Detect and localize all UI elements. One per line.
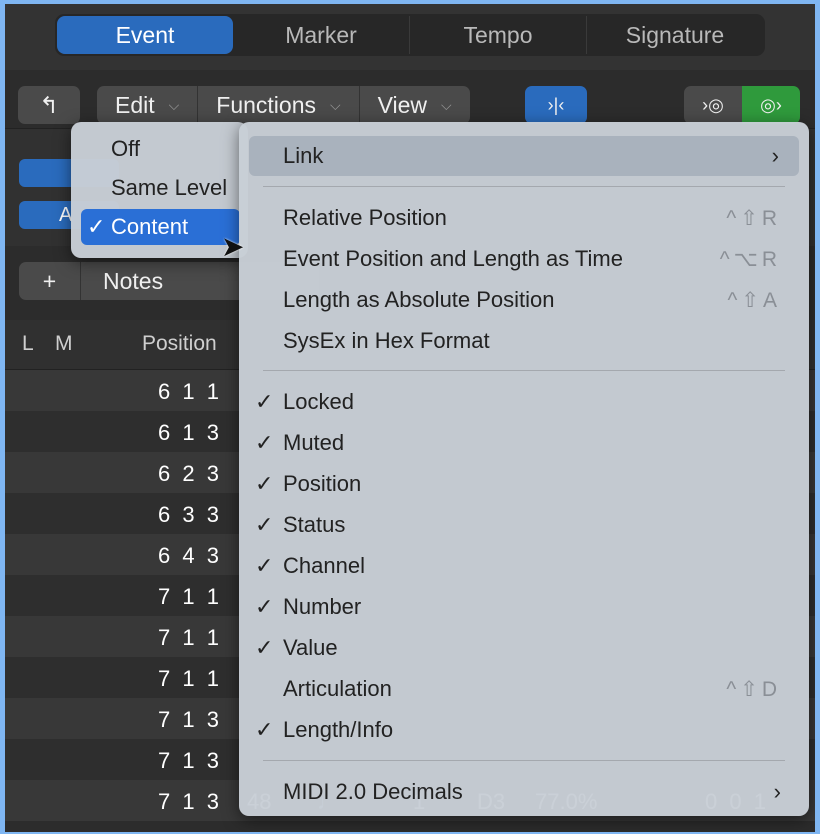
position-cell: 6 1 1 [158, 379, 219, 404]
catch-playhead-button[interactable]: ›|‹ [525, 86, 587, 124]
position-cell: 6 4 3 [158, 543, 219, 568]
menu-item-sysex-in-hex-format[interactable]: SysEx in Hex Format [239, 321, 809, 361]
view-dropdown-menu: Link › Relative Position ^⇧R Event Position … [239, 122, 809, 816]
item-label: Link [283, 143, 324, 168]
event-type-selector[interactable]: Notes [81, 262, 163, 300]
shortcut: ^⌥R [719, 247, 781, 271]
midi-out-icon: ◎› [760, 94, 782, 115]
col-position[interactable]: Position [142, 332, 217, 356]
item-label: Event Position and Length as Time [283, 246, 623, 271]
submenu-item-off[interactable]: Off [71, 131, 248, 167]
submenu-item-content[interactable]: ✓ Content [81, 209, 240, 245]
position-cell: 7 1 3 [158, 789, 219, 814]
position-cell: 7 1 1 [158, 666, 219, 691]
edit-label: Edit [115, 91, 155, 118]
shortcut: ^⇧D [726, 677, 781, 701]
checkmark-icon: ✓ [255, 430, 274, 455]
checkmark-icon: ✓ [255, 471, 274, 496]
position-cell: 7 1 1 [158, 584, 219, 609]
mouse-cursor-icon: ➤ [221, 231, 245, 262]
position-cell: 7 1 3 [158, 748, 219, 773]
position-cell: 6 3 3 [158, 502, 219, 527]
item-label: Number [283, 594, 362, 619]
position-cell: 7 1 1 [158, 625, 219, 650]
tab-bar: Event Marker Tempo Signature [5, 4, 815, 70]
tab-event[interactable]: Event [57, 16, 233, 54]
menu-item-position[interactable]: ✓ Position [239, 464, 809, 504]
menu-item-locked[interactable]: ✓ Locked [239, 382, 809, 422]
functions-label: Functions [216, 91, 316, 118]
chevron-right-icon: › [773, 779, 781, 804]
midi-out-button[interactable]: ◎› [742, 86, 800, 124]
item-label: Same Level [111, 175, 228, 200]
tab-tempo[interactable]: Tempo [410, 16, 587, 54]
menu-separator [263, 186, 785, 187]
menu-item-link[interactable]: Link › [249, 136, 799, 176]
menu-item-event-position-and-length-as-time[interactable]: Event Position and Length as Time ^⌥R [239, 239, 809, 279]
position-cell: 7 1 3 [158, 707, 219, 732]
item-label: Length as Absolute Position [283, 287, 555, 312]
shortcut: ^⇧A [727, 288, 781, 312]
menu-item-length-as-absolute-position[interactable]: Length as Absolute Position ^⇧A [239, 280, 809, 320]
menu-item-articulation[interactable]: Articulation ^⇧D [239, 669, 809, 709]
shortcut: ^⇧R [726, 206, 781, 230]
chevron-down-icon: ⌵ [168, 96, 180, 113]
arrow-up-hook-icon: ↰ [39, 91, 59, 118]
item-label: Off [111, 136, 140, 161]
item-label: Length/Info [283, 717, 394, 742]
col-locked[interactable]: L [22, 332, 34, 356]
menu-separator [263, 760, 785, 761]
item-label: Position [283, 471, 362, 496]
checkmark-icon: ✓ [255, 717, 274, 742]
item-label: MIDI 2.0 Decimals [283, 779, 463, 804]
chevron-down-icon: ⌵ [329, 96, 341, 113]
tab-signature[interactable]: Signature [587, 16, 763, 54]
col-muted[interactable]: M [55, 332, 73, 356]
item-label: Articulation [283, 676, 392, 701]
checkmark-icon: ✓ [255, 389, 274, 414]
functions-menu[interactable]: Functions ⌵ [198, 86, 360, 124]
menu-item-midi-2-decimals[interactable]: MIDI 2.0 Decimals › [239, 772, 809, 812]
up-level-button[interactable]: ↰ [18, 86, 80, 124]
item-label: Value [283, 635, 338, 660]
checkmark-icon: ✓ [255, 553, 274, 578]
item-label: Muted [283, 430, 345, 455]
menu-item-status[interactable]: ✓ Status [239, 505, 809, 545]
chevron-right-icon: › [771, 143, 779, 168]
item-label: Content [111, 214, 189, 239]
midi-in-icon: ›◎ [702, 94, 724, 115]
midi-in-button[interactable]: ›◎ [684, 86, 742, 124]
menu-item-length-info[interactable]: ✓ Length/Info [239, 710, 809, 750]
position-cell: 6 2 3 [158, 461, 219, 486]
menu-item-number[interactable]: ✓ Number [239, 587, 809, 627]
view-menu[interactable]: View ⌵ [360, 86, 470, 124]
checkmark-icon: ✓ [255, 635, 274, 660]
view-label: View [377, 91, 428, 118]
checkmark-icon: ✓ [255, 512, 274, 537]
menu-item-relative-position[interactable]: Relative Position ^⇧R [239, 198, 809, 238]
item-label: Status [283, 512, 346, 537]
submenu-item-same-level[interactable]: Same Level [71, 170, 248, 206]
event-list-window: Event Marker Tempo Signature ↰ Edit ⌵ Functi… [5, 4, 815, 832]
menu-item-channel[interactable]: ✓ Channel [239, 546, 809, 586]
tab-segmented-control: Event Marker Tempo Signature [55, 14, 765, 56]
checkmark-icon: ✓ [255, 594, 274, 619]
tab-marker[interactable]: Marker [233, 16, 410, 54]
add-button[interactable]: + [19, 262, 81, 300]
edit-menu[interactable]: Edit ⌵ [97, 86, 199, 124]
item-label: SysEx in Hex Format [283, 328, 490, 353]
item-label: Channel [283, 553, 365, 578]
menu-bar: Edit ⌵ Functions ⌵ View ⌵ [97, 86, 470, 124]
checkmark-icon: ✓ [87, 214, 106, 239]
chevron-down-icon: ⌵ [441, 96, 452, 113]
menu-item-value[interactable]: ✓ Value [239, 628, 809, 668]
item-label: Locked [283, 389, 354, 414]
catch-playhead-icon: ›|‹ [547, 94, 565, 115]
position-cell: 6 1 3 [158, 420, 219, 445]
item-label: Relative Position [283, 205, 447, 230]
menu-item-muted[interactable]: ✓ Muted [239, 423, 809, 463]
menu-separator [263, 370, 785, 371]
